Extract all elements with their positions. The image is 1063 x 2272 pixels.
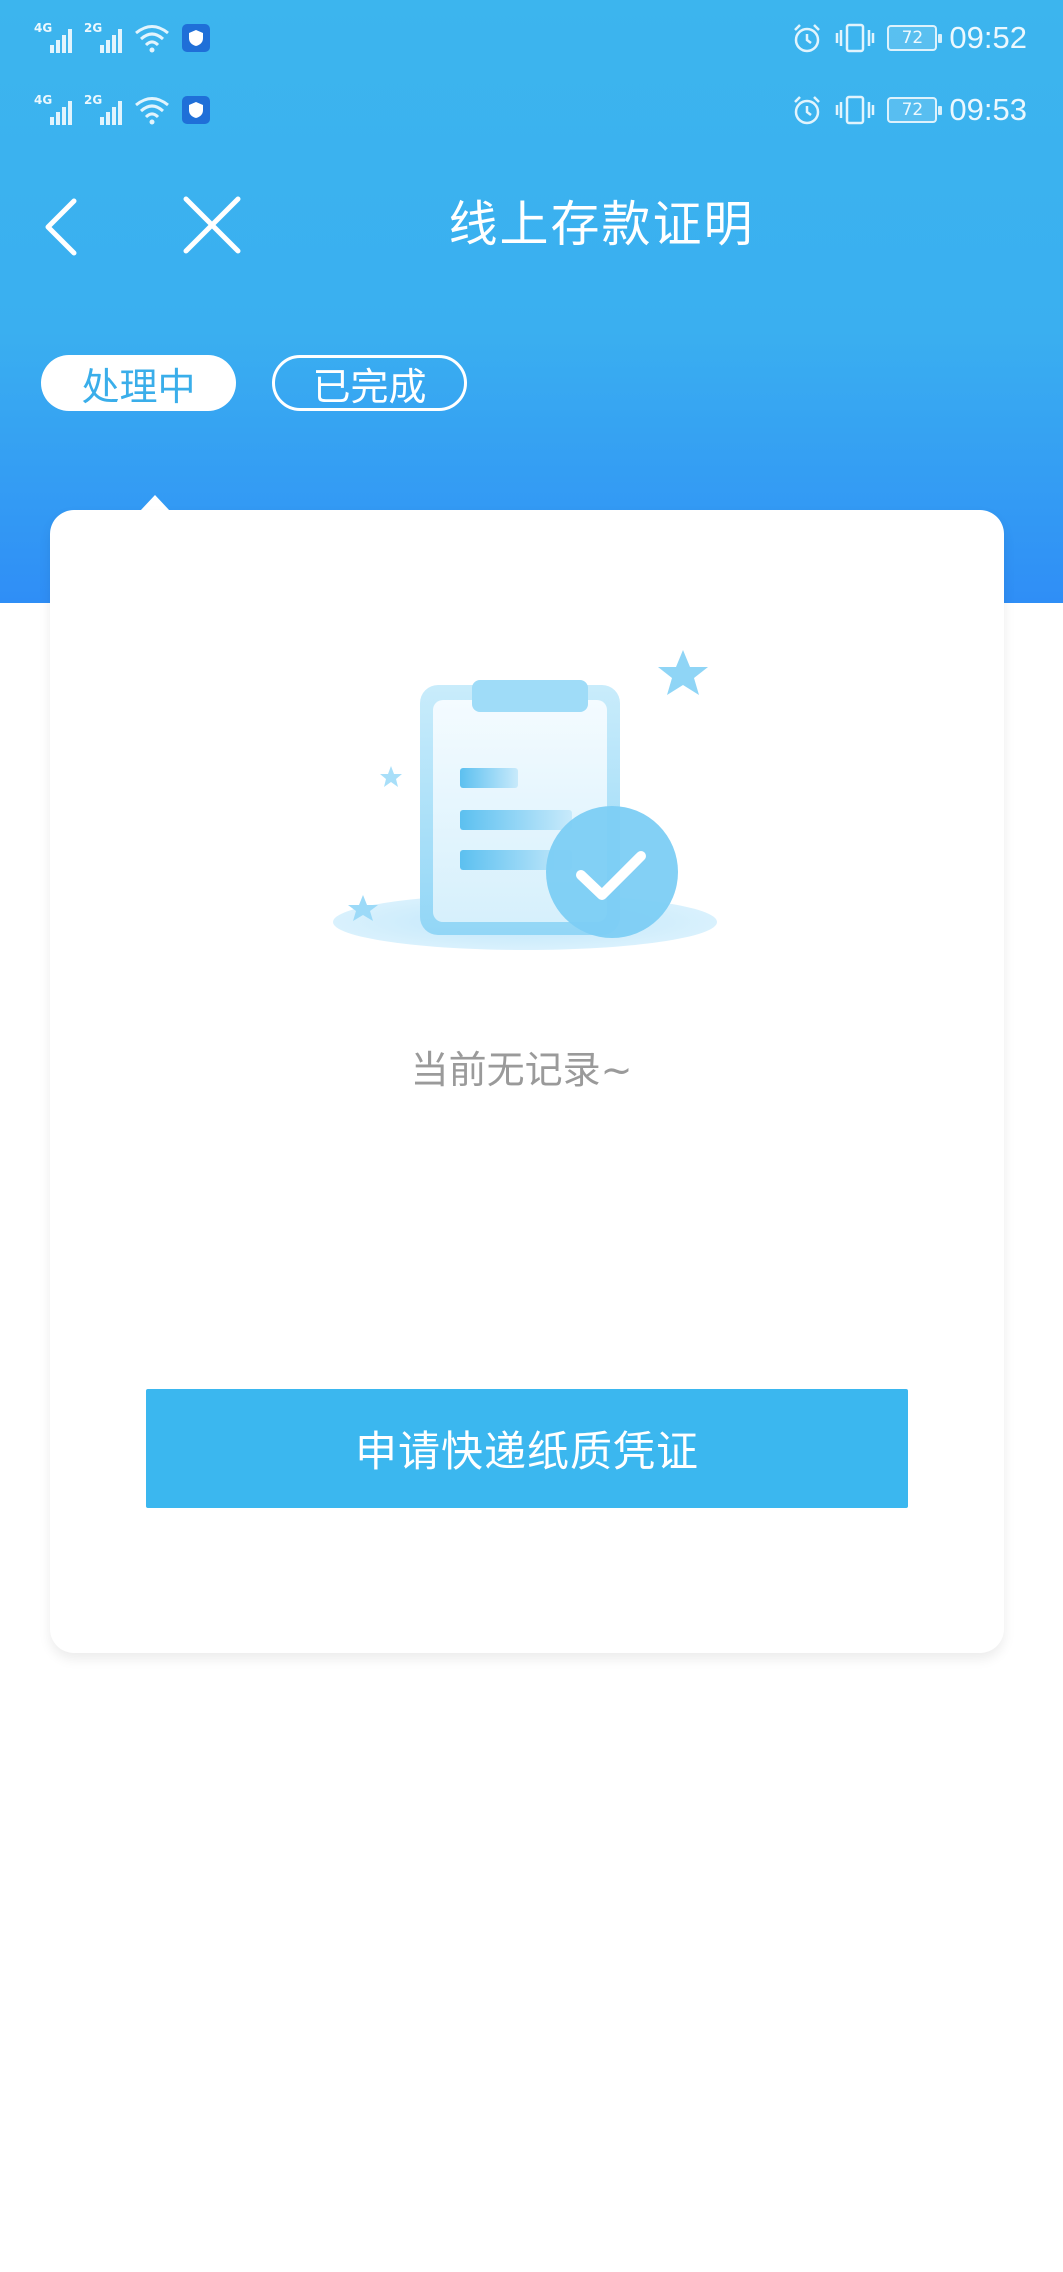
tab-indicator: [140, 495, 170, 511]
status-bar: 4G 2G 72 09:52: [0, 8, 1063, 68]
network-type-label: 4G: [34, 21, 53, 35]
signal-icon: 4G: [34, 93, 72, 125]
shield-icon: [182, 24, 210, 52]
request-paper-certificate-button[interactable]: 申请快递纸质凭证: [146, 1389, 908, 1508]
shield-icon: [182, 96, 210, 124]
empty-state-message: 当前无记录~: [410, 1048, 633, 1092]
signal-icon: 4G: [34, 21, 72, 53]
page-title: 线上存款证明: [448, 196, 755, 253]
network-type-label: 4G: [34, 93, 53, 107]
tab-processing[interactable]: 处理中: [41, 355, 236, 411]
network-type-label: 2G: [84, 21, 103, 35]
alarm-icon: [794, 96, 821, 125]
battery-icon: 72: [887, 97, 943, 123]
clock: 09:53: [949, 92, 1027, 127]
status-right: 72 09:53: [791, 92, 1027, 128]
network-type-label: 2G: [84, 93, 103, 107]
signal-icon: 2G: [84, 93, 122, 125]
clock: 09:52: [949, 20, 1027, 55]
status-bar: 4G 2G 72 09:53: [0, 80, 1063, 140]
status-right: 72 09:52: [791, 20, 1027, 56]
battery-icon: 72: [887, 25, 943, 51]
button-label: 申请快递纸质凭证: [354, 1427, 699, 1476]
wifi-icon: [135, 25, 169, 53]
vibrate-icon: [836, 23, 875, 53]
tab-completed[interactable]: 已完成: [272, 355, 467, 411]
vibrate-icon: [836, 95, 875, 125]
tab-label: 处理中: [81, 364, 196, 409]
clipboard-check-icon: [333, 650, 717, 950]
status-left: 4G 2G: [34, 21, 210, 53]
status-left: 4G 2G: [34, 93, 210, 125]
wifi-icon: [135, 97, 169, 125]
signal-icon: 2G: [84, 21, 122, 53]
tab-label: 已完成: [312, 364, 427, 409]
alarm-icon: [794, 24, 821, 53]
